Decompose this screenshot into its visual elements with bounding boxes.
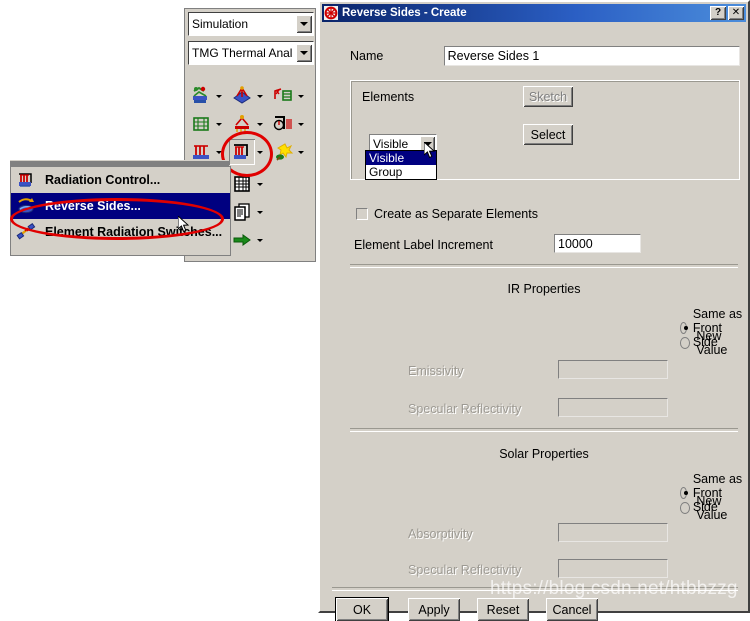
solver-selector-value: TMG Thermal Anal (192, 46, 293, 60)
dropdown-option-group[interactable]: Group (366, 165, 436, 179)
application-background: Simulation TMG Thermal Anal Radiation Co… (0, 0, 318, 613)
create-separate-elements-checkbox[interactable] (356, 208, 368, 220)
view-factor-icon[interactable] (270, 111, 296, 137)
menu-item-label: Element Radiation Switches... (45, 225, 223, 239)
help-button[interactable]: ? (710, 6, 726, 20)
emissivity-label: Emissivity (408, 364, 464, 378)
reverse-sides-icon (15, 195, 39, 217)
application-selector-value: Simulation (192, 17, 249, 31)
sketch-button[interactable]: Sketch (523, 86, 573, 107)
radiation-group-icon[interactable] (270, 83, 296, 109)
chevron-down-icon[interactable] (255, 139, 264, 165)
ir-specular-reflectivity-label: Specular Reflectivity (408, 402, 522, 416)
radiation-compute-icon[interactable] (229, 111, 255, 137)
chevron-down-icon[interactable] (255, 83, 264, 109)
chevron-down-icon[interactable] (296, 83, 305, 109)
chevron-down-icon[interactable] (296, 111, 305, 137)
name-label: Name (350, 49, 384, 63)
ir-separator (350, 264, 738, 268)
chevron-down-icon[interactable] (255, 227, 264, 253)
absorptivity-input[interactable] (558, 523, 668, 542)
ok-button[interactable]: OK (336, 598, 388, 621)
reverse-sides-app-icon (324, 6, 338, 20)
name-row: Name Reverse Sides 1 (350, 44, 740, 68)
dialog-titlebar[interactable]: Reverse Sides - Create ? ✕ (322, 4, 746, 22)
close-button[interactable]: ✕ (728, 6, 744, 20)
menu-item-reverse-sides[interactable]: Reverse Sides... (11, 193, 230, 219)
absorptivity-label: Absorptivity (408, 527, 473, 541)
menu-item-element-radiation-switches[interactable]: Element Radiation Switches... (11, 219, 230, 245)
element-source-value: Visible (373, 137, 409, 151)
select-button[interactable]: Select (523, 124, 573, 145)
apply-button[interactable]: Apply (408, 598, 460, 621)
element-source-dropdown-list[interactable]: Visible Group (365, 150, 437, 180)
chevron-down-icon[interactable] (214, 83, 223, 109)
ir-new-value-radio[interactable] (680, 337, 691, 349)
solar-new-value-label: New Value (696, 494, 728, 522)
ir-properties-title: IR Properties (507, 282, 581, 296)
reset-button[interactable]: Reset (477, 598, 529, 621)
radiation-toolbar-top (188, 82, 312, 166)
radiation-control-icon (15, 169, 39, 191)
radiative-request-icon[interactable] (229, 83, 255, 109)
mesh-control-icon[interactable] (188, 111, 214, 137)
emissivity-input[interactable] (558, 360, 668, 379)
ir-specular-reflectivity-input[interactable] (558, 398, 668, 417)
chevron-down-icon[interactable] (255, 171, 264, 197)
chevron-down-icon[interactable] (296, 139, 305, 165)
solver-selector[interactable]: TMG Thermal Anal (188, 41, 314, 65)
create-separate-elements-row[interactable]: Create as Separate Elements (356, 207, 538, 221)
chevron-down-icon[interactable] (255, 199, 264, 225)
solar-specular-reflectivity-label: Specular Reflectivity (408, 563, 522, 577)
reverse-sides-icon[interactable] (229, 139, 255, 165)
name-input[interactable]: Reverse Sides 1 (443, 46, 740, 66)
element-label-increment-label: Element Label Increment (354, 238, 493, 252)
application-selector[interactable]: Simulation (188, 12, 314, 36)
dialog-title: Reverse Sides - Create (342, 7, 467, 19)
solar-properties-title: Solar Properties (499, 447, 589, 461)
cancel-button[interactable]: Cancel (546, 598, 598, 621)
create-separate-elements-label: Create as Separate Elements (374, 207, 538, 221)
thermal-coupling-icon[interactable] (188, 83, 214, 109)
ir-new-value-label: New Value (696, 329, 728, 357)
element-label-increment-input[interactable]: 10000 (554, 234, 641, 253)
solar-new-value-radio[interactable] (680, 502, 691, 514)
dropdown-option-visible[interactable]: Visible (366, 151, 436, 165)
solar-new-value-row[interactable]: New Value (680, 494, 746, 522)
menu-item-label: Radiation Control... (45, 173, 161, 187)
chevron-down-icon[interactable] (296, 44, 312, 62)
ir-new-value-row[interactable]: New Value (680, 329, 746, 357)
run-solve-icon[interactable] (229, 227, 255, 253)
solar-separator (350, 428, 738, 432)
chevron-down-icon[interactable] (255, 111, 264, 137)
chevron-down-icon[interactable] (214, 111, 223, 137)
footer-separator (332, 587, 738, 591)
element-radiation-switches-icon (15, 221, 39, 243)
menu-item-radiation-control[interactable]: Radiation Control... (11, 167, 230, 193)
radiation-context-menu: Radiation Control... Reverse Sides... El… (10, 166, 231, 256)
report-copy-icon[interactable] (229, 199, 255, 225)
solar-load-icon[interactable] (270, 139, 296, 165)
reverse-sides-create-dialog: Reverse Sides - Create ? ✕ Name Reverse … (318, 0, 750, 621)
solar-specular-reflectivity-input[interactable] (558, 559, 668, 578)
menu-item-label: Reverse Sides... (45, 199, 141, 213)
elements-label: Elements (362, 90, 415, 104)
grid-table-icon[interactable] (229, 171, 255, 197)
chevron-down-icon[interactable] (296, 15, 312, 33)
